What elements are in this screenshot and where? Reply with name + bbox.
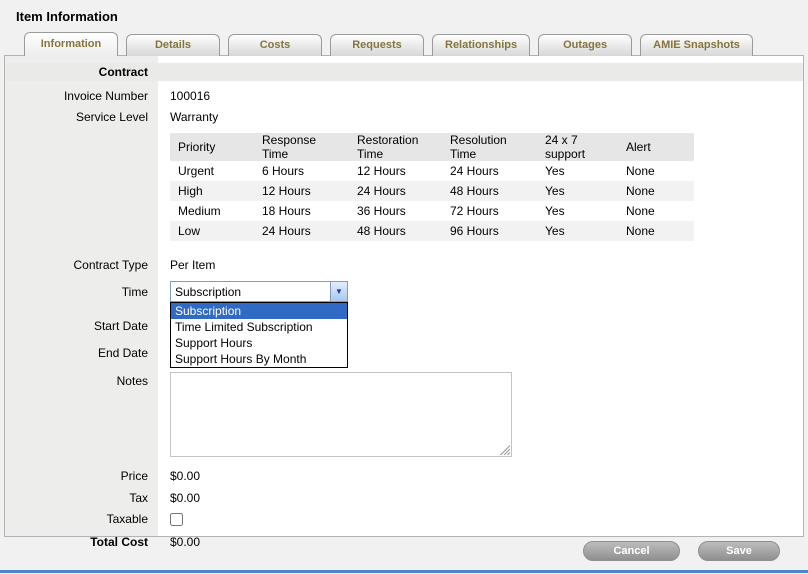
page-title: Item Information	[16, 9, 808, 24]
cell: None	[618, 201, 694, 221]
time-row: Time Subscription ▼ Subscription Time Li…	[5, 281, 803, 302]
notes-label: Notes	[5, 372, 158, 388]
tab-bar: Information Details Costs Requests Relat…	[0, 32, 808, 56]
price-label: Price	[5, 469, 158, 483]
cell: 72 Hours	[442, 201, 537, 221]
tax-value: $0.00	[170, 491, 200, 505]
cell: None	[618, 221, 694, 241]
sla-col-restoration-time: Restoration Time	[349, 133, 442, 161]
dropdown-option-subscription[interactable]: Subscription	[171, 303, 347, 319]
cell: 6 Hours	[254, 161, 349, 181]
cell: 24 Hours	[254, 221, 349, 241]
tab-details[interactable]: Details	[126, 34, 220, 56]
section-header-row: Contract	[5, 63, 803, 81]
service-level-value: Warranty	[170, 110, 218, 124]
taxable-checkbox[interactable]	[170, 513, 183, 526]
bottom-accent-bar	[0, 570, 808, 573]
taxable-row: Taxable	[5, 511, 803, 526]
sla-col-response-time: Response Time	[254, 133, 349, 161]
cell: Yes	[537, 221, 618, 241]
cell: None	[618, 161, 694, 181]
cell: None	[618, 181, 694, 201]
time-dropdown-list: Subscription Time Limited Subscription S…	[170, 302, 348, 368]
time-select[interactable]: Subscription ▼	[170, 281, 348, 302]
sla-table: Priority Response Time Restoration Time …	[170, 133, 694, 241]
tax-label: Tax	[5, 491, 158, 505]
dropdown-option-time-limited-subscription[interactable]: Time Limited Subscription	[171, 319, 347, 335]
content-panel: Contract Invoice Number 100016 Service L…	[4, 55, 804, 537]
tax-row: Tax $0.00	[5, 490, 803, 506]
dropdown-option-support-hours[interactable]: Support Hours	[171, 335, 347, 351]
resize-grip-icon[interactable]	[499, 444, 510, 455]
table-row: Urgent 6 Hours 12 Hours 24 Hours Yes Non…	[170, 161, 694, 181]
end-date-row: End Date	[5, 345, 803, 361]
taxable-label: Taxable	[5, 512, 158, 526]
sla-col-alert: Alert	[618, 133, 694, 161]
tab-costs[interactable]: Costs	[228, 34, 322, 56]
price-row: Price $0.00	[5, 468, 803, 484]
tab-outages[interactable]: Outages	[538, 34, 632, 56]
cell: 96 Hours	[442, 221, 537, 241]
chevron-down-icon[interactable]: ▼	[330, 282, 347, 301]
contract-type-label: Contract Type	[5, 258, 158, 272]
cell: Urgent	[170, 161, 254, 181]
time-label: Time	[5, 285, 158, 299]
cell: 12 Hours	[254, 181, 349, 201]
tab-requests[interactable]: Requests	[330, 34, 424, 56]
cell: Medium	[170, 201, 254, 221]
notes-textarea[interactable]	[170, 372, 512, 457]
sla-col-resolution-time: Resolution Time	[442, 133, 537, 161]
cell: Yes	[537, 201, 618, 221]
notes-row: Notes	[5, 372, 803, 457]
invoice-number-label: Invoice Number	[5, 89, 158, 103]
sla-col-24x7-support: 24 x 7 support	[537, 133, 618, 161]
tab-relationships[interactable]: Relationships	[432, 34, 530, 56]
sla-col-priority: Priority	[170, 133, 254, 161]
cell: 24 Hours	[349, 181, 442, 201]
cell: High	[170, 181, 254, 201]
tab-amie-snapshots[interactable]: AMIE Snapshots	[640, 34, 753, 56]
cell: 18 Hours	[254, 201, 349, 221]
start-date-row: Start Date	[5, 318, 803, 334]
cell: 48 Hours	[349, 221, 442, 241]
total-cost-label: Total Cost	[5, 535, 158, 549]
cell: Yes	[537, 161, 618, 181]
tab-information[interactable]: Information	[24, 32, 118, 56]
service-level-row: Service Level Warranty	[5, 109, 803, 125]
contract-type-row: Contract Type Per Item	[5, 257, 803, 273]
table-row: High 12 Hours 24 Hours 48 Hours Yes None	[170, 181, 694, 201]
invoice-number-value: 100016	[170, 89, 210, 103]
table-row: Medium 18 Hours 36 Hours 72 Hours Yes No…	[170, 201, 694, 221]
time-select-value: Subscription	[171, 285, 330, 299]
invoice-number-row: Invoice Number 100016	[5, 88, 803, 104]
contract-type-value: Per Item	[170, 258, 215, 272]
cell: 24 Hours	[442, 161, 537, 181]
service-level-label: Service Level	[5, 110, 158, 124]
cell: Yes	[537, 181, 618, 201]
total-cost-row: Total Cost $0.00	[5, 534, 803, 550]
total-cost-value: $0.00	[170, 535, 200, 549]
start-date-label: Start Date	[5, 319, 158, 333]
cell: 48 Hours	[442, 181, 537, 201]
price-value: $0.00	[170, 469, 200, 483]
table-row: Low 24 Hours 48 Hours 96 Hours Yes None	[170, 221, 694, 241]
cell: 12 Hours	[349, 161, 442, 181]
titlebar: Item Information	[0, 0, 808, 32]
sla-table-header-row: Priority Response Time Restoration Time …	[170, 133, 694, 161]
cell: Low	[170, 221, 254, 241]
dropdown-option-support-hours-by-month[interactable]: Support Hours By Month	[171, 351, 347, 367]
end-date-label: End Date	[5, 346, 158, 360]
cell: 36 Hours	[349, 201, 442, 221]
contract-section-label: Contract	[5, 65, 158, 79]
